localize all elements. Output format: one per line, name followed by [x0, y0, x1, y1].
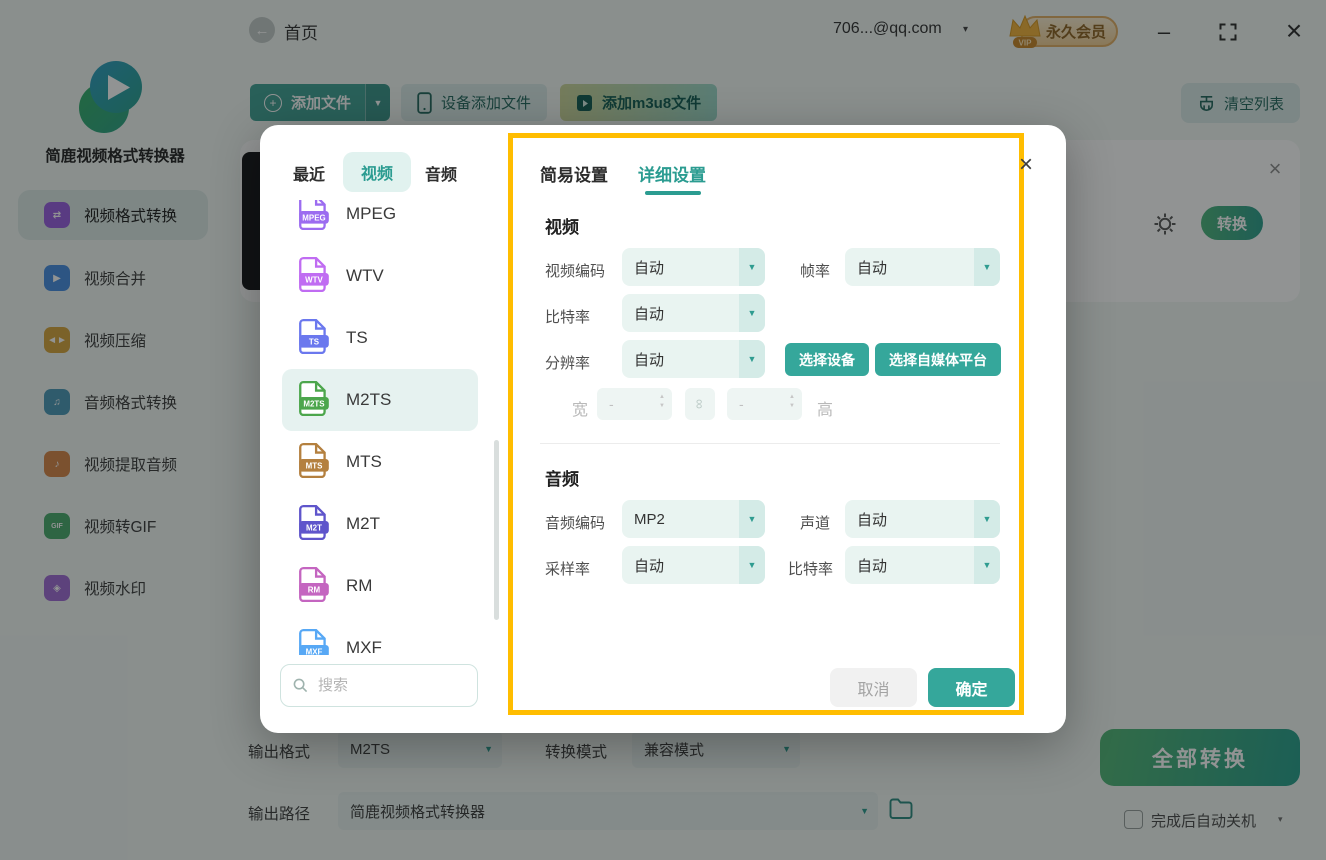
width-input[interactable]: - ▲ ▼	[597, 388, 672, 420]
format-settings-modal: 最近 视频 音频 MPEG MPEG WTV WTV TS TS M2TS M2TS MTS MT…	[260, 125, 1066, 733]
app-window: 简鹿视频格式转换器 ⇄ 视频格式转换 ▶ 视频合并 ◄► 视频压缩 ♫ 音频格式转换 ♪ 视频提取…	[0, 0, 1326, 860]
svg-text:MTS: MTS	[306, 461, 323, 470]
framerate-label: 帧率	[800, 263, 831, 280]
search-icon	[293, 678, 308, 693]
tab-audio[interactable]: 音频	[425, 161, 457, 185]
video-section-heading: 视频	[545, 218, 579, 237]
svg-text:WTV: WTV	[305, 275, 323, 284]
modal-close-button[interactable]: ×	[1012, 151, 1040, 179]
tutorial-highlight-border	[508, 133, 1024, 715]
cancel-button[interactable]: 取消	[830, 668, 917, 707]
height-label: 高	[817, 402, 834, 419]
file-format-icon: MTS	[298, 442, 330, 483]
format-item-m2ts[interactable]: M2TS M2TS	[282, 369, 478, 431]
format-item-ts[interactable]: TS TS	[282, 307, 478, 369]
samplerate-select[interactable]: 自动 ▼	[622, 546, 765, 584]
format-item-mxf[interactable]: MXF MXF	[282, 617, 478, 655]
spinner-down-icon: ▼	[789, 403, 795, 409]
format-item-label: RM	[346, 576, 373, 595]
format-item-label: MPEG	[346, 204, 397, 223]
format-item-rm[interactable]: RM RM	[282, 555, 478, 617]
format-item-label: WTV	[346, 266, 384, 285]
chevron-down-icon: ▼	[974, 500, 1000, 538]
audio-bitrate-select[interactable]: 自动 ▼	[845, 546, 1000, 584]
spinner-up-icon: ▲	[789, 394, 795, 400]
format-item-m2t[interactable]: M2T M2T	[282, 493, 478, 555]
select-platform-button[interactable]: 选择自媒体平台	[875, 343, 1001, 376]
resolution-select[interactable]: 自动 ▼	[622, 340, 765, 378]
close-icon: ×	[1018, 151, 1033, 178]
confirm-button[interactable]: 确定	[928, 668, 1015, 707]
format-list: MPEG MPEG WTV WTV TS TS M2TS M2TS MTS MTS M2T M2T RM…	[280, 200, 482, 655]
format-item-label: MTS	[346, 452, 382, 471]
format-item-label: TS	[346, 328, 368, 347]
select-device-button[interactable]: 选择设备	[785, 343, 869, 376]
format-item-mpeg[interactable]: MPEG MPEG	[282, 200, 478, 245]
video-bitrate-select[interactable]: 自动 ▼	[622, 294, 765, 332]
file-format-icon: TS	[298, 318, 330, 359]
format-item-label: MXF	[346, 638, 382, 655]
svg-text:M2TS: M2TS	[303, 399, 324, 408]
tab-recent[interactable]: 最近	[293, 161, 325, 185]
format-item-wtv[interactable]: WTV WTV	[282, 245, 478, 307]
width-label: 宽	[572, 402, 589, 419]
spinner-down-icon: ▼	[659, 403, 665, 409]
file-format-icon: MPEG	[298, 200, 330, 235]
tab-detail-settings[interactable]: 详细设置	[638, 161, 706, 186]
format-item-label: M2TS	[346, 390, 392, 409]
framerate-select[interactable]: 自动 ▼	[845, 248, 1000, 286]
format-item-mts[interactable]: MTS MTS	[282, 431, 478, 493]
file-format-icon: M2T	[298, 504, 330, 545]
svg-text:MXF: MXF	[306, 647, 323, 655]
aspect-link-icon[interactable]: ∞	[685, 388, 715, 420]
tab-simple-settings[interactable]: 简易设置	[540, 161, 608, 186]
svg-text:RM: RM	[308, 585, 321, 594]
tab-video[interactable]: 视频	[343, 152, 411, 192]
audio-bitrate-label: 比特率	[788, 561, 834, 578]
audio-section-heading: 音频	[545, 470, 579, 489]
chevron-down-icon: ▼	[739, 500, 765, 538]
format-search	[280, 664, 478, 707]
resolution-label: 分辨率	[545, 355, 591, 372]
chevron-down-icon: ▼	[739, 248, 765, 286]
svg-text:MPEG: MPEG	[302, 213, 325, 222]
chevron-down-icon: ▼	[974, 248, 1000, 286]
search-input[interactable]	[316, 676, 450, 695]
file-format-icon: M2TS	[298, 380, 330, 421]
channel-select[interactable]: 自动 ▼	[845, 500, 1000, 538]
format-list-scrollbar[interactable]	[494, 440, 499, 620]
video-codec-label: 视频编码	[545, 263, 606, 280]
file-format-icon: MXF	[298, 628, 330, 655]
audio-codec-select[interactable]: MP2 ▼	[622, 500, 765, 538]
height-input[interactable]: - ▲ ▼	[727, 388, 802, 420]
samplerate-label: 采样率	[545, 561, 591, 578]
section-divider	[540, 443, 1000, 444]
file-format-icon: RM	[298, 566, 330, 607]
file-format-icon: WTV	[298, 256, 330, 297]
svg-text:M2T: M2T	[306, 523, 322, 532]
chevron-down-icon: ▼	[974, 546, 1000, 584]
video-codec-select[interactable]: 自动 ▼	[622, 248, 765, 286]
active-tab-underline	[645, 191, 701, 195]
svg-text:TS: TS	[309, 337, 319, 346]
chevron-down-icon: ▼	[739, 294, 765, 332]
format-item-label: M2T	[346, 514, 380, 533]
video-bitrate-label: 比特率	[545, 309, 591, 326]
chevron-down-icon: ▼	[739, 546, 765, 584]
spinner-up-icon: ▲	[659, 394, 665, 400]
channel-label: 声道	[800, 515, 831, 532]
audio-codec-label: 音频编码	[545, 515, 606, 532]
chevron-down-icon: ▼	[739, 340, 765, 378]
